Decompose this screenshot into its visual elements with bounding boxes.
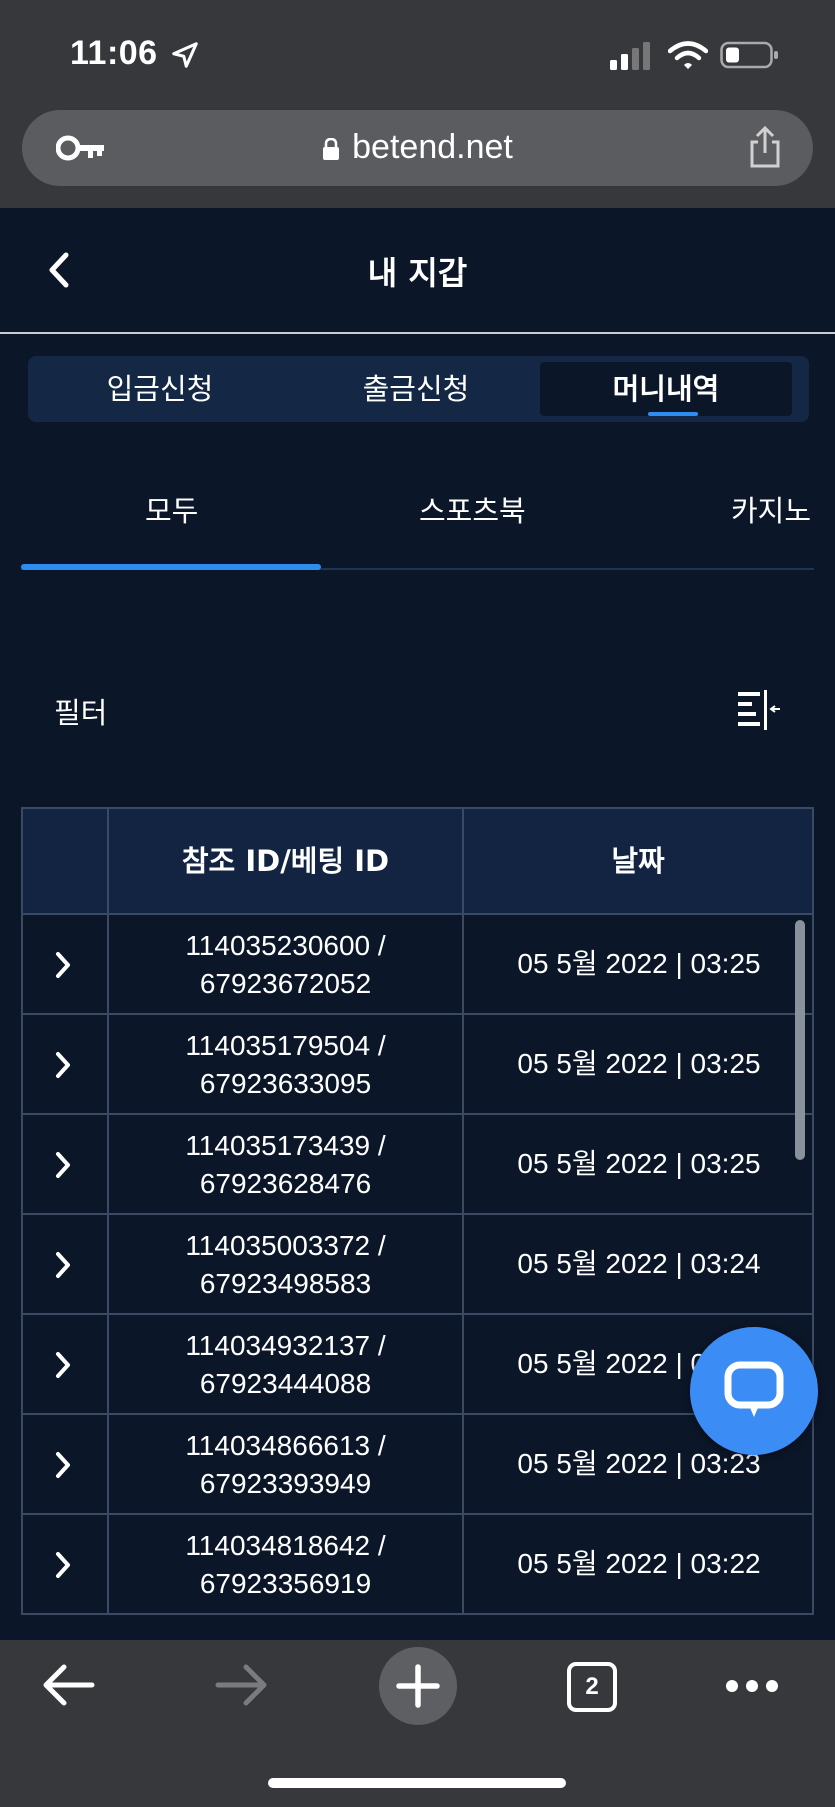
app-header: 내 지갑 xyxy=(0,208,835,334)
chevron-right-icon[interactable] xyxy=(53,1251,73,1279)
bet-id: 67923356919 xyxy=(199,1568,372,1599)
ref-id: 114035173439 / xyxy=(185,1130,386,1161)
table-row[interactable]: 114035173439 / 67923628476 05 5월 2022 | 03… xyxy=(21,1115,814,1215)
filter-label[interactable]: 필터 xyxy=(54,690,107,732)
date-cell: 05 5월 2022 | 03:25 xyxy=(517,1048,761,1079)
ref-id: 114034866613 / xyxy=(185,1430,386,1461)
table-scrollbar[interactable] xyxy=(795,920,805,1160)
category-tabs: 모두 스포츠북 카지노 xyxy=(21,470,814,570)
ref-bet-id-cell: 114034866613 / 67923393949 xyxy=(109,1427,462,1503)
header-ref-bet-id: 참조 ID/베팅 ID xyxy=(181,844,390,878)
chevron-right-icon[interactable] xyxy=(53,1051,73,1079)
location-icon xyxy=(172,42,198,68)
tab-all[interactable]: 모두 xyxy=(145,488,198,530)
url-display[interactable]: betend.net xyxy=(22,128,813,167)
more-icon[interactable] xyxy=(724,1676,780,1696)
ref-bet-id-cell: 114035230600 / 67923672052 xyxy=(109,927,462,1003)
tab-casino[interactable]: 카지노 xyxy=(731,488,811,530)
chevron-right-icon[interactable] xyxy=(53,1151,73,1179)
page-title: 내 지갑 xyxy=(367,254,468,292)
browser-address-area: betend.net xyxy=(0,100,835,208)
bet-id: 67923444088 xyxy=(199,1368,372,1399)
lock-icon xyxy=(323,138,340,160)
header-date: 날짜 xyxy=(611,844,665,878)
active-tab-indicator xyxy=(648,412,698,416)
back-arrow-icon[interactable] xyxy=(40,1662,96,1708)
chat-bubble-icon xyxy=(724,1361,784,1417)
chevron-right-icon[interactable] xyxy=(53,951,73,979)
new-tab-button[interactable] xyxy=(379,1647,457,1725)
cellular-signal-icon xyxy=(610,42,650,70)
plus-icon xyxy=(396,1664,440,1708)
share-icon[interactable] xyxy=(747,126,783,168)
ref-bet-id-cell: 114035179504 / 67923633095 xyxy=(109,1027,462,1103)
ref-id: 114035230600 / xyxy=(185,930,386,961)
table-row[interactable]: 114035179504 / 67923633095 05 5월 2022 | 03… xyxy=(21,1015,814,1115)
ref-bet-id-cell: 114035173439 / 67923628476 xyxy=(109,1127,462,1203)
ref-bet-id-cell: 114035003372 / 67923498583 xyxy=(109,1227,462,1303)
forward-arrow-icon[interactable] xyxy=(214,1662,270,1708)
bet-id: 67923498583 xyxy=(199,1268,372,1299)
table-row[interactable]: 114034866613 /67923393949 05 5월 2022 | 03… xyxy=(21,1415,814,1515)
chevron-right-icon[interactable] xyxy=(53,1351,73,1379)
chevron-right-icon[interactable] xyxy=(53,1551,73,1579)
date-cell: 05 5월 2022 | 03:24 xyxy=(517,1248,761,1279)
status-bar: 11:06 xyxy=(0,0,835,100)
bet-id: 67923633095 xyxy=(199,1068,372,1099)
ref-id: 114034932137 / xyxy=(185,1330,386,1361)
bet-id: 67923628476 xyxy=(199,1168,372,1199)
ref-bet-id-cell: 114034818642 / 67923356919 xyxy=(109,1527,462,1603)
status-time: 11:06 xyxy=(70,34,158,72)
chevron-right-icon[interactable] xyxy=(53,1451,73,1479)
table-row[interactable]: 114035003372 / 67923498583 05 5월 2022 | 03… xyxy=(21,1215,814,1315)
tab-withdrawal-request[interactable]: 출금신청 xyxy=(290,362,542,416)
money-history-table: 참조 ID/베팅 ID 날짜 114035230600 / 67923672052… xyxy=(21,807,814,1640)
address-bar[interactable]: betend.net xyxy=(22,110,813,186)
filter-panel-icon[interactable] xyxy=(736,690,782,730)
ref-id: 114035179504 / xyxy=(185,1030,386,1061)
header-expand-col xyxy=(23,809,107,913)
tab-money-history-label: 머니내역 xyxy=(612,372,720,406)
table-row[interactable]: 114034818642 / 67923356919 05 5월 2022 | 03… xyxy=(21,1515,814,1615)
table-header: 참조 ID/베팅 ID 날짜 xyxy=(21,807,814,915)
browser-toolbar: 2 xyxy=(0,1640,835,1807)
bet-id: 67923672052 xyxy=(199,968,372,999)
battery-icon xyxy=(720,41,778,69)
date-cell: 05 5월 2022 | 03:25 xyxy=(517,948,761,979)
active-category-indicator xyxy=(21,564,321,570)
live-chat-button[interactable] xyxy=(690,1327,818,1455)
date-cell: 05 5월 2022 | 03:22 xyxy=(517,1548,761,1579)
tab-deposit-request[interactable]: 입금신청 xyxy=(34,362,286,416)
wallet-segment-tabs: 입금신청 출금신청 머니내역 xyxy=(28,356,809,422)
tabs-icon[interactable]: 2 xyxy=(567,1662,617,1712)
tab-money-history[interactable]: 머니내역 xyxy=(540,362,792,416)
date-cell: 05 5월 2022 | 03:25 xyxy=(517,1148,761,1179)
bet-id: 67923393949 xyxy=(199,1468,372,1499)
table-row[interactable]: 114035230600 / 67923672052 05 5월 2022 | 03… xyxy=(21,915,814,1015)
ref-id: 114035003372 / xyxy=(185,1230,386,1261)
tab-sportsbook[interactable]: 스포츠북 xyxy=(419,488,526,530)
home-indicator xyxy=(268,1778,566,1788)
url-text: betend.net xyxy=(352,128,513,166)
wifi-icon xyxy=(668,41,708,69)
ref-id: 114034818642 / xyxy=(185,1530,386,1561)
ref-bet-id-cell: 114034932137 / 67923444088 xyxy=(109,1327,462,1403)
